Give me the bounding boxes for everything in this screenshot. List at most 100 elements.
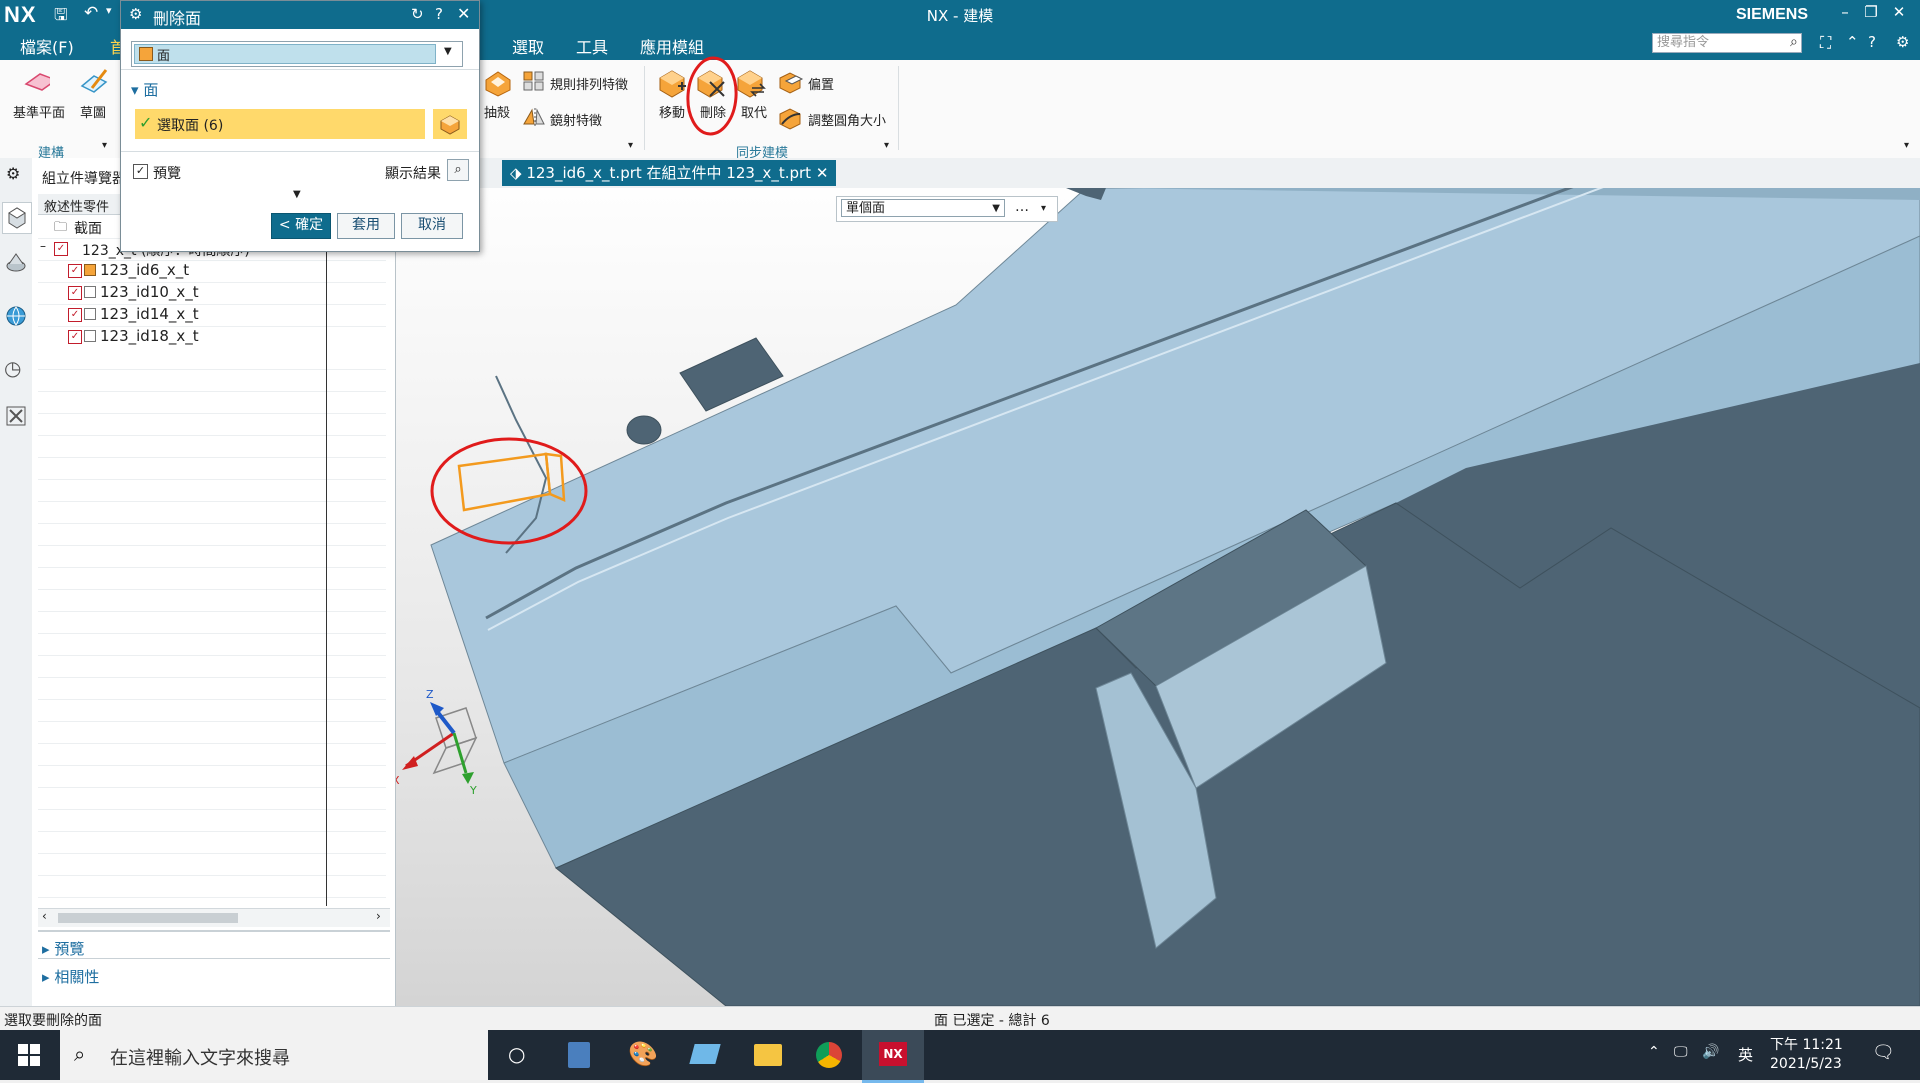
section-dependencies[interactable]: ▸ 相關性 <box>42 966 99 987</box>
search-icon[interactable]: ⌕ <box>1790 34 1798 50</box>
help-icon[interactable]: ? <box>1868 33 1876 51</box>
collapse-ribbon-icon[interactable]: ⌃ <box>1846 33 1859 51</box>
dialog-help-icon[interactable]: ? <box>435 5 443 23</box>
type-select-value-box: 面 <box>134 44 436 64</box>
taskbar-search-box[interactable]: ⌕ 在這裡輸入文字來搜尋 <box>60 1030 488 1080</box>
collapse-toggle-icon[interactable]: – <box>40 239 46 253</box>
checkbox-icon[interactable]: ✓ <box>54 242 68 256</box>
more-arrow-icon[interactable]: ▼ <box>293 189 301 200</box>
dialog-close-icon[interactable]: ✕ <box>457 4 470 23</box>
paint-icon[interactable]: 🎨 <box>628 1040 658 1068</box>
restore-button[interactable]: ❐ <box>1858 3 1884 25</box>
ribbon-options-icon[interactable]: ▾ <box>1904 140 1909 151</box>
select-face-row[interactable]: ✓ 選取面 (6) <box>135 109 425 139</box>
tree-node-child[interactable]: ✓ 123_id18_x_t <box>38 326 386 349</box>
sync-group-dropdown-icon[interactable]: ▾ <box>884 140 889 151</box>
menu-tools[interactable]: 工具 <box>576 34 608 58</box>
chrome-icon[interactable] <box>816 1042 842 1068</box>
resize-blend-button[interactable] <box>778 106 804 134</box>
siemens-brand: SIEMENS <box>1735 6 1808 23</box>
chevron-down-icon: ▼ <box>444 46 452 57</box>
view-triad[interactable] <box>402 702 478 784</box>
horizontal-scrollbar[interactable]: ‹ › <box>38 908 390 927</box>
mirror-feature-button[interactable] <box>522 106 546 132</box>
face-rule-select[interactable]: 單個面 ▼ <box>841 199 1005 217</box>
clock-time[interactable]: 下午 11:21 <box>1770 1034 1843 1054</box>
reset-icon[interactable]: ↻ <box>411 5 424 23</box>
cancel-button[interactable]: 取消 <box>401 213 463 239</box>
offset-face-button[interactable] <box>778 70 804 98</box>
divider <box>121 69 479 70</box>
resize-blend-label[interactable]: 調整圓角大小 <box>808 110 886 129</box>
ok-button[interactable]: < 確定 > <box>271 213 331 255</box>
show-result-button[interactable]: ⌕ <box>447 159 469 181</box>
pattern-feature-label[interactable]: 規則排列特徵 <box>550 74 628 93</box>
checkbox-icon[interactable]: ✓ <box>68 308 82 322</box>
nx-taskbar-button[interactable]: NX <box>862 1030 924 1083</box>
dialog-gear-icon[interactable]: ⚙ <box>129 5 142 23</box>
shell-button[interactable] <box>482 68 514 102</box>
checkbox-icon[interactable]: ✓ <box>68 286 82 300</box>
scroll-left-icon[interactable]: ‹ <box>42 909 47 923</box>
feature-group-dropdown-icon[interactable]: ▾ <box>628 140 633 151</box>
datum-plane-label: 基準平面 <box>13 106 66 121</box>
roles-tab[interactable] <box>4 404 28 432</box>
clock-date[interactable]: 2021/5/23 <box>1770 1056 1842 1072</box>
part-hole[interactable] <box>626 415 662 445</box>
windows-logo-icon <box>18 1044 40 1066</box>
ime-indicator[interactable]: 英 <box>1738 1044 1753 1065</box>
resource-settings-icon[interactable]: ⚙ <box>6 164 20 183</box>
scrollbar-thumb[interactable] <box>58 913 238 923</box>
volume-icon[interactable]: 🔊 <box>1702 1044 1719 1060</box>
offset-face-label[interactable]: 偏置 <box>808 74 834 93</box>
start-button[interactable] <box>18 1044 40 1070</box>
apply-button[interactable]: 套用 <box>337 213 395 239</box>
tree-node-label: 123_id10_x_t <box>100 283 199 301</box>
mirror-feature-label[interactable]: 鏡射特徵 <box>550 110 602 129</box>
web-browser-tab[interactable] <box>4 304 28 332</box>
scroll-right-icon[interactable]: › <box>376 909 381 923</box>
minimize-button[interactable]: – <box>1832 3 1858 25</box>
tree-node-child[interactable]: ✓ 123_id14_x_t <box>38 304 386 327</box>
notification-icon[interactable]: 🗨 <box>1872 1042 1895 1063</box>
settings-icon[interactable]: ⚙ <box>1896 33 1909 51</box>
history-icon[interactable]: ◷ <box>4 356 21 380</box>
file-explorer-icon[interactable] <box>754 1044 782 1066</box>
checkbox-icon: ✓ <box>133 164 148 179</box>
sketch-button[interactable] <box>78 66 112 100</box>
divider <box>38 930 390 932</box>
tree-node-child[interactable]: ✓ 123_id10_x_t <box>38 282 386 305</box>
part-navigator-tab[interactable] <box>4 250 28 278</box>
assembly-navigator-tab[interactable] <box>2 202 32 234</box>
face-section-header[interactable]: ▾ 面 <box>131 79 158 100</box>
checkbox-icon[interactable]: ✓ <box>68 330 82 344</box>
tree-node-child[interactable]: ✓ 123_id6_x_t <box>38 260 386 283</box>
ribbon-divider <box>644 66 645 150</box>
fullscreen-icon[interactable]: ⛶ <box>1820 33 1831 53</box>
part-file-tab[interactable]: ⬗ 123_id6_x_t.prt 在組立件中 123_x_t.prt ✕ <box>502 160 837 186</box>
snipping-tool-icon[interactable] <box>689 1044 721 1064</box>
part-model[interactable]: X Z Y <box>396 188 1920 1006</box>
tray-arrow-icon[interactable]: ⌃ <box>1648 1044 1660 1060</box>
type-select[interactable]: 面 ▼ <box>131 41 463 67</box>
graphics-window[interactable]: X Z Y 單個面 ▼ … ▾ <box>396 188 1920 1006</box>
filter-dropdown-icon[interactable]: ▾ <box>1041 203 1046 214</box>
more-options-button[interactable]: … <box>1015 199 1029 215</box>
part-icon <box>84 308 96 320</box>
expand-arrow-icon: ▸ <box>42 968 55 986</box>
menu-file[interactable]: 檔案(F) <box>20 34 74 58</box>
task-view-icon[interactable]: ○ <box>508 1042 525 1066</box>
command-search-input[interactable]: 搜尋指令 <box>1652 33 1802 53</box>
network-icon[interactable]: 🖵 <box>1674 1044 1688 1060</box>
datum-plane-button[interactable] <box>22 68 58 96</box>
pattern-feature-button[interactable] <box>522 70 546 96</box>
select-face-button[interactable] <box>431 109 467 139</box>
taskbar-search-placeholder: 在這裡輸入文字來搜尋 <box>110 1048 290 1069</box>
close-tab-icon[interactable]: ✕ <box>811 164 829 182</box>
calculator-icon[interactable] <box>568 1042 590 1068</box>
close-window-button[interactable]: ✕ <box>1886 3 1912 25</box>
construct-group-dropdown-icon[interactable]: ▾ <box>102 140 107 151</box>
menu-select[interactable]: 選取 <box>512 34 544 58</box>
checkbox-icon[interactable]: ✓ <box>68 264 82 278</box>
section-preview[interactable]: ▸ 預覽 <box>42 938 84 959</box>
